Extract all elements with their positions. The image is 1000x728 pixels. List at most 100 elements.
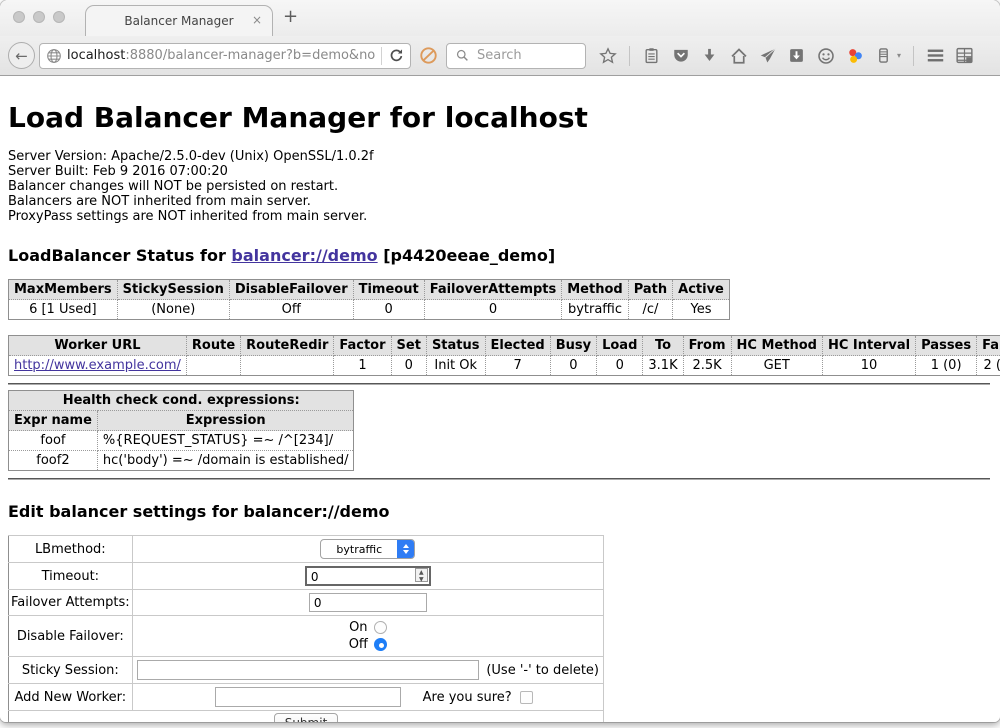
url-bar[interactable]: localhost:8880/balancer-manager?b=demo&n… — [39, 43, 411, 69]
tab-close-icon[interactable]: × — [252, 13, 262, 27]
are-you-sure-label: Are you sure? — [423, 690, 512, 705]
number-spinner-icon[interactable]: ▲▼ — [415, 568, 428, 582]
menu-icon[interactable] — [926, 46, 945, 65]
column-header: FailoverAttempts — [424, 280, 562, 300]
zoom-window-button[interactable] — [53, 11, 65, 23]
toolbar-divider — [629, 46, 630, 66]
failover-on-option: On — [135, 619, 601, 636]
cell-path: /c/ — [628, 300, 672, 320]
timeout-label: Timeout: — [9, 563, 133, 590]
column-header: RouteRedir — [241, 336, 334, 356]
cell-elected: 7 — [485, 356, 550, 376]
column-header: Route — [186, 336, 240, 356]
server-info: Server Version: Apache/2.5.0-dev (Unix) … — [8, 149, 990, 224]
edit-balancer-form: LBmethod: bytraffic Timeout: 0▲▼ Failove… — [8, 535, 604, 722]
table-row: http://www.example.com/ 1 0 Init Ok 7 0 … — [9, 356, 1000, 376]
url-path: :8880/balancer-manager?b=demo&nonce=decc… — [125, 48, 376, 63]
failover-attempts-label: Failover Attempts: — [9, 590, 133, 616]
cell-hc-method: GET — [731, 356, 822, 376]
close-window-button[interactable] — [13, 11, 25, 23]
minimize-window-button[interactable] — [33, 11, 45, 23]
new-worker-input[interactable] — [215, 687, 401, 707]
failover-off-option: Off — [135, 636, 601, 653]
submit-button[interactable]: Submit — [274, 713, 339, 722]
cell-expression: hc('body') =~ /domain is established/ — [97, 451, 354, 471]
column-header: HC Method — [731, 336, 822, 356]
column-header: Expression — [97, 411, 354, 431]
failover-on-radio[interactable] — [374, 621, 387, 634]
lbmethod-selected-value: bytraffic — [321, 543, 397, 556]
worker-url-link[interactable]: http://www.example.com/ — [14, 358, 181, 373]
home-icon[interactable] — [729, 46, 748, 65]
lbmethod-select[interactable]: bytraffic — [320, 539, 415, 559]
column-header: Set — [391, 336, 426, 356]
balancer-link[interactable]: balancer://demo — [231, 246, 377, 265]
back-button[interactable]: ← — [8, 42, 35, 69]
browser-window: Balancer Manager × + ← localhost:8880/ba… — [0, 0, 1000, 722]
are-you-sure-checkbox[interactable] — [520, 691, 533, 704]
traffic-lights — [13, 11, 65, 23]
proxypass-note: ProxyPass settings are NOT inherited fro… — [8, 209, 990, 224]
chevron-down-icon[interactable]: ▾ — [897, 51, 901, 60]
disable-failover-label: Disable Failover: — [9, 616, 133, 657]
status-heading-prefix: LoadBalancer Status for — [8, 246, 231, 265]
divider — [8, 383, 990, 385]
column-header: Factor — [334, 336, 391, 356]
navigation-toolbar: ← localhost:8880/balancer-manager?b=demo… — [0, 36, 1000, 76]
tab-balancer-manager[interactable]: Balancer Manager × — [85, 5, 273, 36]
column-header: To — [643, 336, 683, 356]
server-version: Server Version: Apache/2.5.0-dev (Unix) … — [8, 149, 990, 164]
content-blocker-icon[interactable] — [419, 46, 438, 65]
reload-icon[interactable] — [387, 46, 406, 65]
sticky-session-input[interactable] — [137, 660, 480, 680]
search-input[interactable]: Search — [446, 43, 586, 69]
column-header: MaxMembers — [9, 280, 118, 300]
url-domain: localhost — [67, 48, 125, 63]
cell-passes: 1 (0) — [916, 356, 977, 376]
cell-hc-interval: 10 — [822, 356, 915, 376]
sticky-session-label: Sticky Session: — [9, 657, 133, 684]
column-header: HC Interval — [822, 336, 915, 356]
cell-busy: 0 — [550, 356, 596, 376]
reading-list-icon[interactable] — [642, 46, 661, 65]
grid-capture-icon[interactable] — [955, 46, 974, 65]
column-header: From — [683, 336, 731, 356]
page-content: Load Balancer Manager for localhost Serv… — [0, 77, 1000, 722]
column-header: StickySession — [117, 280, 229, 300]
column-header: Worker URL — [9, 336, 187, 356]
new-tab-button[interactable]: + — [283, 6, 298, 27]
download-arrow-icon[interactable] — [700, 46, 719, 65]
colored-dots-icon[interactable] — [845, 46, 864, 65]
search-icon — [453, 46, 472, 65]
table-row: foof %{REQUEST_STATUS} =~ /^[234]/ — [9, 431, 354, 451]
select-stepper-icon[interactable] — [397, 540, 414, 558]
container-icon[interactable] — [874, 46, 893, 65]
url-text: localhost:8880/balancer-manager?b=demo&n… — [67, 48, 376, 63]
failover-attempts-input[interactable]: 0 — [309, 593, 427, 612]
page-title: Load Balancer Manager for localhost — [8, 101, 990, 134]
cell-factor: 1 — [334, 356, 391, 376]
column-header: Path — [628, 280, 672, 300]
site-identity-globe-icon[interactable] — [44, 46, 63, 65]
divider — [8, 478, 990, 480]
save-box-icon[interactable] — [787, 46, 806, 65]
cell-disablefailover: Off — [229, 300, 353, 320]
table-row: foof2 hc('body') =~ /domain is establish… — [9, 451, 354, 471]
health-table-title: Health check cond. expressions: — [9, 391, 354, 411]
column-header: Fails — [977, 336, 1000, 356]
toolbar-buttons: ▾ — [598, 46, 974, 66]
bookmark-star-icon[interactable] — [598, 46, 617, 65]
pocket-icon[interactable] — [671, 46, 690, 65]
worker-table: Worker URL Route RouteRedir Factor Set S… — [8, 335, 1000, 376]
cell-failoverattempts: 0 — [424, 300, 562, 320]
toolbar-divider — [913, 46, 914, 66]
column-header: Timeout — [353, 280, 424, 300]
sticky-session-hint: (Use '-' to delete) — [486, 663, 599, 678]
search-placeholder: Search — [477, 48, 522, 63]
cell-active: Yes — [673, 300, 730, 320]
send-icon[interactable] — [758, 46, 777, 65]
table-row: 6 [1 Used] (None) Off 0 0 bytraffic /c/ … — [9, 300, 730, 320]
timeout-input[interactable]: 0 — [305, 566, 431, 586]
failover-off-radio[interactable] — [374, 638, 387, 651]
smiley-icon[interactable] — [816, 46, 835, 65]
